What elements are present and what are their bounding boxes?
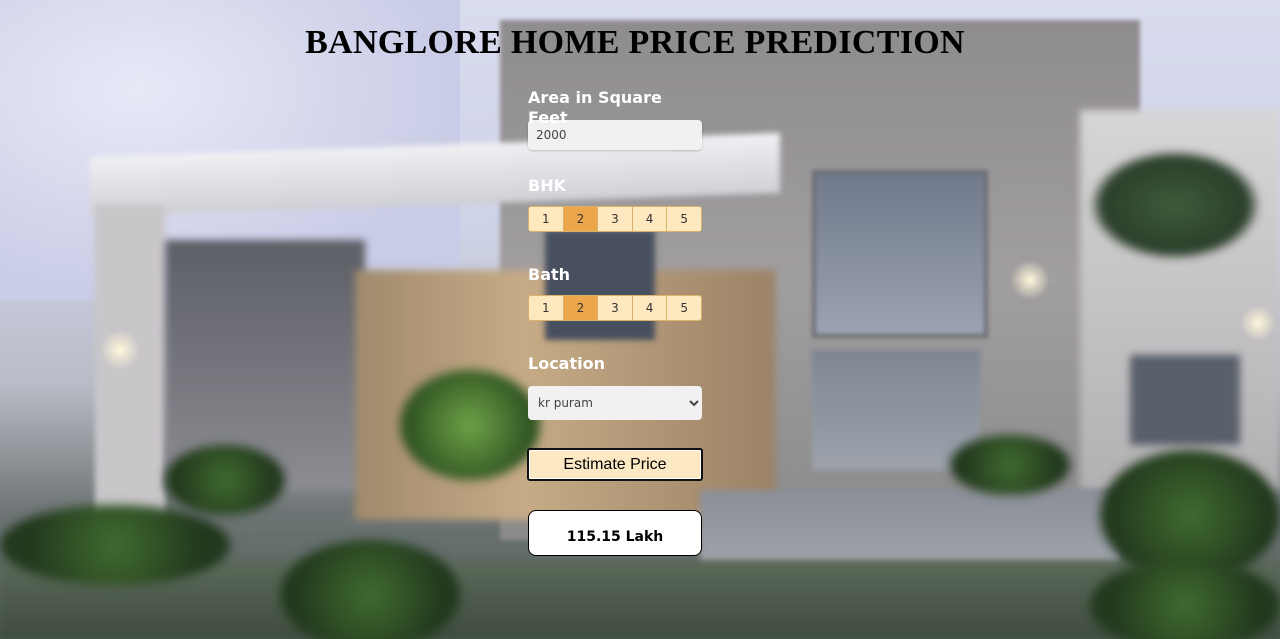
location-dropdown[interactable]: kr puram bbox=[528, 386, 702, 420]
bath-option-2[interactable]: 2 bbox=[563, 296, 599, 320]
bhk-option-3[interactable]: 3 bbox=[598, 207, 633, 231]
bhk-option-2[interactable]: 2 bbox=[563, 207, 599, 231]
bath-selector: 1 2 3 4 5 bbox=[528, 295, 702, 321]
bhk-label: BHK bbox=[528, 176, 566, 195]
estimated-price-result: 115.15 Lakh bbox=[528, 510, 702, 556]
bhk-option-5[interactable]: 5 bbox=[667, 207, 701, 231]
prediction-form: Area in Square Feet BHK 1 2 3 4 5 Bath 1… bbox=[527, 88, 703, 556]
bhk-selector: 1 2 3 4 5 bbox=[528, 206, 702, 232]
estimate-price-button[interactable]: Estimate Price bbox=[527, 448, 703, 481]
bhk-option-4[interactable]: 4 bbox=[632, 207, 668, 231]
area-label: Area in Square Feet bbox=[528, 88, 662, 127]
location-label: Location bbox=[528, 354, 605, 373]
bhk-option-1[interactable]: 1 bbox=[529, 207, 564, 231]
bath-option-5[interactable]: 5 bbox=[667, 296, 701, 320]
bath-option-1[interactable]: 1 bbox=[529, 296, 564, 320]
bath-option-3[interactable]: 3 bbox=[598, 296, 633, 320]
bath-label: Bath bbox=[528, 265, 571, 284]
bath-option-4[interactable]: 4 bbox=[632, 296, 668, 320]
page-title: BANGLORE HOME PRICE PREDICTION bbox=[305, 24, 965, 61]
